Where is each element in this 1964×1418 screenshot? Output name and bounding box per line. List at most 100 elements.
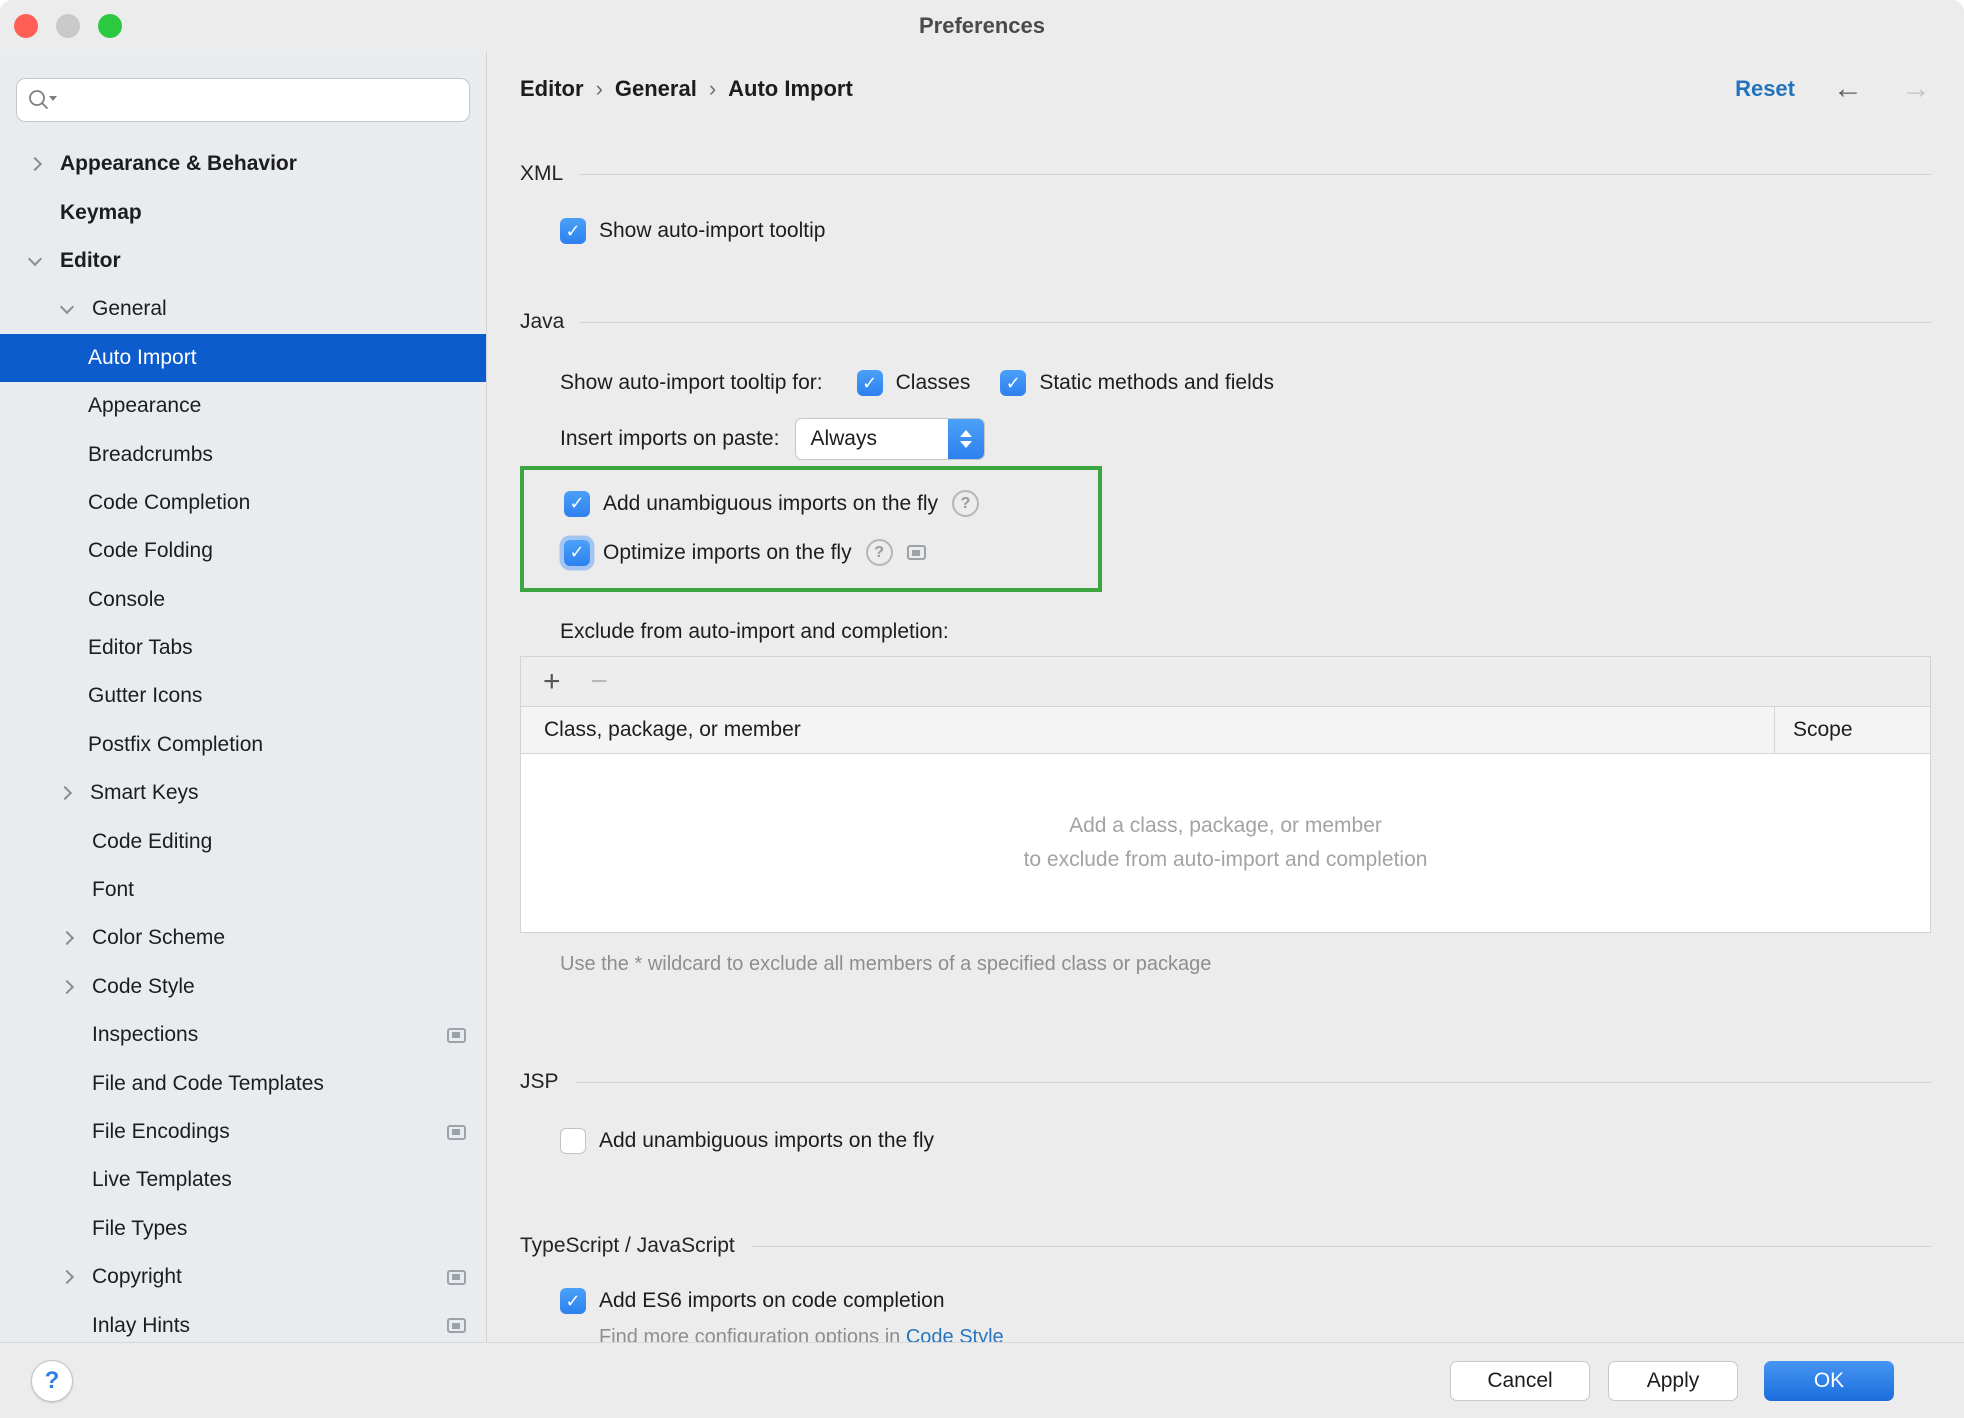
show-auto-import-tooltip-row: Show auto-import tooltip — [520, 218, 1931, 244]
apply-button[interactable]: Apply — [1608, 1361, 1738, 1401]
sidebar-item-general[interactable]: General — [0, 285, 486, 333]
static-methods-checkbox[interactable] — [1000, 370, 1026, 396]
exclude-table-header: Class, package, or member Scope — [521, 707, 1930, 754]
jsp-section-header: JSP — [520, 1070, 1931, 1094]
add-unambiguous-label: Add unambiguous imports on the fly — [603, 492, 938, 516]
find-more-text: Find more configuration options in — [599, 1326, 900, 1342]
typescript-section-header: TypeScript / JavaScript — [520, 1234, 1931, 1258]
sidebar-item-code-completion[interactable]: Code Completion — [0, 479, 486, 527]
find-more-line: Find more configuration options in Code … — [520, 1326, 1931, 1342]
optimize-imports-checkbox[interactable] — [564, 540, 590, 566]
optimize-imports-label: Optimize imports on the fly — [603, 541, 852, 565]
sidebar-item-code-editing[interactable]: Code Editing — [0, 817, 486, 865]
empty-state-line2: to exclude from auto-import and completi… — [1024, 848, 1428, 872]
sidebar-item-live-templates[interactable]: Live Templates — [0, 1156, 486, 1204]
insert-imports-label: Insert imports on paste: — [560, 427, 779, 451]
tooltip-for-row: Show auto-import tooltip for: Classes St… — [520, 370, 1931, 396]
settings-modified-icon — [447, 1125, 466, 1140]
breadcrumb-general[interactable]: General — [615, 76, 697, 102]
sidebar-item-editor-tabs[interactable]: Editor Tabs — [0, 624, 486, 672]
classes-checkbox[interactable] — [857, 370, 883, 396]
sidebar-item-appearance[interactable]: Appearance — [0, 382, 486, 430]
sidebar-item-code-folding[interactable]: Code Folding — [0, 527, 486, 575]
add-unambiguous-row: Add unambiguous imports on the fly ? — [524, 490, 1098, 517]
settings-sidebar: Appearance & Behavior Keymap Editor Gene… — [0, 52, 487, 1342]
sidebar-item-appearance-behavior[interactable]: Appearance & Behavior — [0, 140, 486, 188]
chevron-right-icon[interactable] — [58, 1272, 92, 1282]
classes-label: Classes — [896, 371, 971, 395]
exclude-table-empty-state[interactable]: Add a class, package, or member to exclu… — [521, 754, 1930, 932]
add-exclusion-button[interactable]: + — [543, 667, 561, 697]
es6-imports-checkbox[interactable] — [560, 1288, 586, 1314]
chevron-down-icon[interactable] — [58, 306, 92, 312]
reset-link[interactable]: Reset — [1735, 76, 1795, 102]
zoom-window-icon[interactable] — [98, 14, 122, 38]
breadcrumb-separator: › — [709, 76, 716, 102]
settings-tree: Appearance & Behavior Keymap Editor Gene… — [0, 140, 486, 1342]
sidebar-item-font[interactable]: Font — [0, 866, 486, 914]
insert-imports-row: Insert imports on paste: Always — [520, 418, 1931, 460]
code-style-link[interactable]: Code Style — [906, 1326, 1004, 1342]
sidebar-item-inspections[interactable]: Inspections — [0, 1011, 486, 1059]
insert-imports-value: Always — [796, 419, 948, 459]
sidebar-item-color-scheme[interactable]: Color Scheme — [0, 914, 486, 962]
exclude-table: + − Class, package, or member Scope Add … — [520, 656, 1931, 933]
sidebar-item-auto-import[interactable]: Auto Import — [0, 334, 486, 382]
sidebar-item-console[interactable]: Console — [0, 576, 486, 624]
chevron-right-icon[interactable] — [58, 933, 92, 943]
settings-modified-icon — [447, 1028, 466, 1043]
java-section-header: Java — [520, 310, 1931, 334]
help-circle-icon[interactable]: ? — [952, 490, 979, 517]
static-methods-label: Static methods and fields — [1039, 371, 1274, 395]
chevron-right-icon[interactable] — [56, 788, 90, 798]
chevron-down-icon[interactable] — [26, 258, 60, 264]
preferences-window: Preferences Appearance & Behavior — [0, 0, 1964, 1418]
show-auto-import-tooltip-checkbox[interactable] — [560, 218, 586, 244]
jsp-add-unambiguous-row: Add unambiguous imports on the fly — [520, 1128, 1931, 1154]
traffic-lights — [14, 0, 122, 52]
minimize-window-icon[interactable] — [56, 14, 80, 38]
search-input[interactable] — [16, 78, 470, 122]
exclude-label-row: Exclude from auto-import and completion: — [520, 620, 1931, 644]
chevron-right-icon[interactable] — [26, 159, 60, 169]
optimize-imports-row: Optimize imports on the fly ? — [524, 539, 1098, 566]
breadcrumb-auto-import: Auto Import — [728, 76, 853, 102]
ok-button[interactable]: OK — [1764, 1361, 1894, 1401]
add-unambiguous-checkbox[interactable] — [564, 491, 590, 517]
sidebar-item-smart-keys[interactable]: Smart Keys — [0, 769, 486, 817]
column-scope: Scope — [1774, 707, 1930, 753]
sidebar-item-breadcrumbs[interactable]: Breadcrumbs — [0, 430, 486, 478]
title-bar: Preferences — [0, 0, 1964, 52]
sidebar-item-gutter-icons[interactable]: Gutter Icons — [0, 672, 486, 720]
forward-arrow-icon: → — [1901, 74, 1931, 104]
settings-modified-icon — [907, 545, 926, 560]
empty-state-line1: Add a class, package, or member — [1069, 814, 1382, 838]
search-field-wrap — [16, 78, 470, 122]
sidebar-item-inlay-hints[interactable]: Inlay Hints — [0, 1301, 486, 1342]
dialog-footer: ? Cancel Apply OK — [0, 1342, 1964, 1418]
chevron-right-icon[interactable] — [58, 982, 92, 992]
help-circle-icon[interactable]: ? — [866, 539, 893, 566]
close-window-icon[interactable] — [14, 14, 38, 38]
breadcrumb-editor[interactable]: Editor — [520, 76, 584, 102]
xml-section-header: XML — [520, 162, 1931, 186]
remove-exclusion-button: − — [591, 667, 609, 697]
sidebar-item-code-style[interactable]: Code Style — [0, 963, 486, 1011]
sidebar-item-postfix-completion[interactable]: Postfix Completion — [0, 721, 486, 769]
cancel-button[interactable]: Cancel — [1450, 1361, 1590, 1401]
column-member: Class, package, or member — [521, 718, 1774, 742]
sidebar-item-copyright[interactable]: Copyright — [0, 1253, 486, 1301]
help-button[interactable]: ? — [31, 1360, 73, 1402]
wildcard-hint: Use the * wildcard to exclude all member… — [520, 949, 1500, 980]
insert-imports-select[interactable]: Always — [795, 418, 985, 460]
sidebar-item-file-types[interactable]: File Types — [0, 1205, 486, 1253]
breadcrumb: Editor › General › Auto Import — [520, 76, 853, 102]
exclude-table-toolbar: + − — [521, 657, 1930, 707]
sidebar-item-file-and-code-templates[interactable]: File and Code Templates — [0, 1059, 486, 1107]
jsp-add-unambiguous-checkbox[interactable] — [560, 1128, 586, 1154]
sidebar-item-keymap[interactable]: Keymap — [0, 188, 486, 236]
sidebar-item-file-encodings[interactable]: File Encodings — [0, 1108, 486, 1156]
sidebar-item-editor[interactable]: Editor — [0, 237, 486, 285]
back-arrow-icon[interactable]: ← — [1833, 74, 1863, 104]
es6-imports-label: Add ES6 imports on code completion — [599, 1289, 945, 1313]
